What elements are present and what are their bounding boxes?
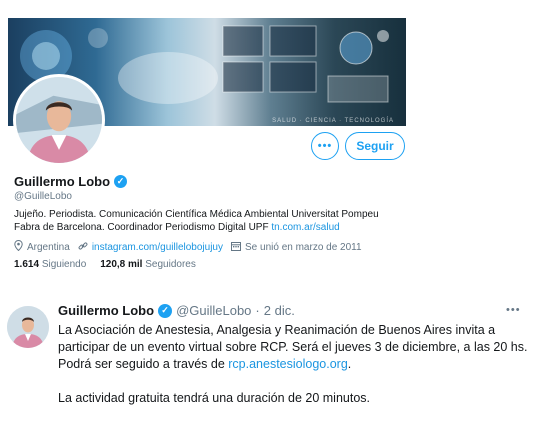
profile-name-row: Guillermo Lobo ✓: [14, 174, 128, 189]
tweet-body: La Asociación de Anestesia, Analgesia y …: [58, 322, 528, 407]
location-pin-icon: [14, 239, 23, 254]
profile-name: Guillermo Lobo: [14, 174, 111, 189]
followers-link[interactable]: 120,8 mil Seguidores: [100, 259, 196, 270]
tweet[interactable]: Guillermo Lobo ✓ @GuilleLobo · 2 dic. ••…: [0, 298, 534, 432]
following-count: 1.614: [14, 259, 40, 270]
profile-avatar[interactable]: [13, 74, 105, 166]
profile-stats: 1.614 Siguiendo 120,8 mil Seguidores: [14, 259, 196, 270]
banner-caption: SALUD · CIENCIA · TECNOLOGÍA: [272, 118, 394, 124]
follow-button[interactable]: Seguir: [345, 132, 405, 160]
tweet-date[interactable]: 2 dic.: [264, 303, 295, 318]
tweet-author-name[interactable]: Guillermo Lobo: [58, 303, 154, 318]
calendar-icon: [231, 241, 241, 254]
more-icon: •••: [317, 139, 333, 152]
avatar-image: [16, 77, 102, 163]
tweet-header: Guillermo Lobo ✓ @GuilleLobo · 2 dic.: [58, 303, 295, 318]
profile-joined-date: Se unió en marzo de 2011: [245, 241, 362, 253]
profile-website-link[interactable]: instagram.com/guillelobojujuy: [92, 242, 223, 253]
link-icon: [78, 241, 88, 254]
verified-badge-icon: ✓: [114, 175, 128, 188]
tweet-link[interactable]: rcp.anestesiologo.org: [228, 357, 348, 371]
tweet-avatar-image: [7, 306, 49, 348]
tweet-paragraph-2: La actividad gratuita tendrá una duració…: [58, 391, 371, 405]
profile-meta: Argentina instagram.com/guillelobojujuy …: [14, 239, 362, 254]
tweet-separator: ·: [255, 303, 260, 318]
tweet-avatar[interactable]: [7, 306, 49, 348]
verified-badge-icon: ✓: [158, 303, 173, 318]
followers-count: 120,8 mil: [100, 259, 143, 270]
bio-link[interactable]: tn.com.ar/salud: [271, 222, 339, 233]
followers-label: Seguidores: [145, 259, 196, 270]
tweet-text-1-end: .: [347, 357, 352, 371]
profile-handle: @GuilleLobo: [14, 191, 72, 202]
profile-bio: Jujeño. Periodista. Comunicación Científ…: [14, 208, 404, 234]
tweet-author-handle[interactable]: @GuilleLobo: [176, 303, 251, 318]
profile-location: Argentina: [27, 241, 70, 253]
more-options-button[interactable]: •••: [311, 132, 339, 160]
following-label: Siguiendo: [41, 259, 87, 270]
tweet-more-icon[interactable]: •••: [506, 304, 521, 316]
following-link[interactable]: 1.614 Siguiendo: [14, 259, 86, 270]
tweet-paragraph-1: La Asociación de Anestesia, Analgesia y …: [58, 322, 528, 373]
profile-card: SALUD · CIENCIA · TECNOLOGÍA ••• Seguir …: [8, 18, 406, 274]
